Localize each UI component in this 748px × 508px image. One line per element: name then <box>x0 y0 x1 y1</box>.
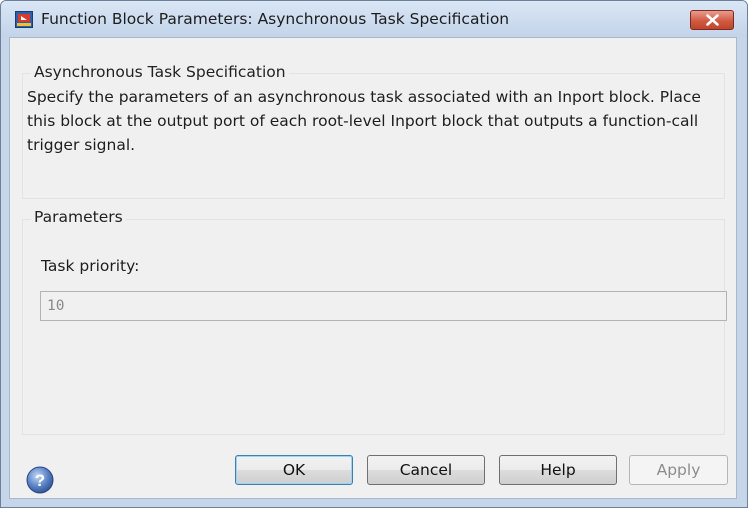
window-title: Function Block Parameters: Asynchronous … <box>41 10 510 28</box>
help-icon[interactable]: ? <box>26 466 54 494</box>
close-icon <box>706 14 719 26</box>
apply-button[interactable]: Apply <box>629 455 728 485</box>
dialog-window: Function Block Parameters: Asynchronous … <box>0 0 748 508</box>
ok-button[interactable]: OK <box>235 455 353 485</box>
svg-text:?: ? <box>35 471 45 490</box>
parameters-group-title: Parameters <box>31 208 126 226</box>
description-text: Specify the parameters of an asynchronou… <box>27 88 701 154</box>
help-button[interactable]: Help <box>499 455 617 485</box>
task-priority-field[interactable]: 10 <box>40 291 727 321</box>
close-button[interactable] <box>690 10 734 30</box>
dialog-body: Asynchronous Task Specification Specify … <box>9 37 737 499</box>
cancel-button[interactable]: Cancel <box>367 455 485 485</box>
button-bar: ? OK Cancel Help Apply <box>10 438 736 498</box>
title-bar[interactable]: Function Block Parameters: Asynchronous … <box>1 1 747 37</box>
description-group-title: Asynchronous Task Specification <box>31 63 289 81</box>
task-priority-label: Task priority: <box>41 257 140 275</box>
parameters-group <box>22 219 725 435</box>
simulink-block-icon <box>15 11 33 28</box>
